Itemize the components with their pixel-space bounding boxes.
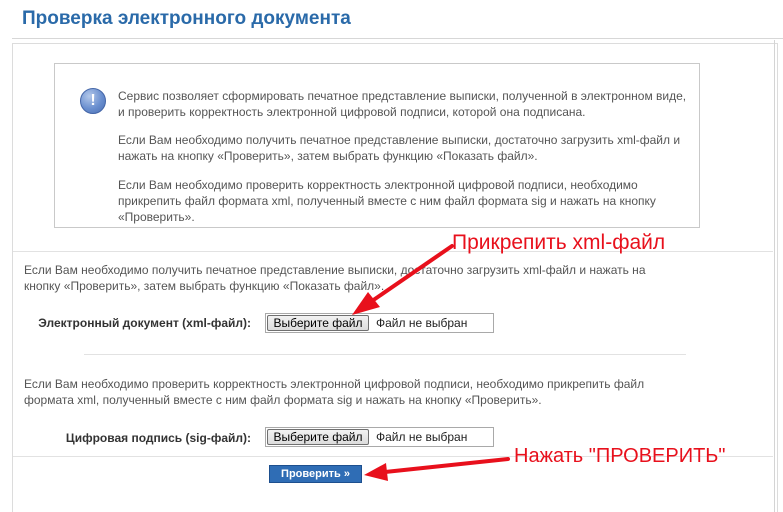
page-title: Проверка электронного документа: [22, 8, 351, 29]
info-exclamation-icon: !: [80, 88, 106, 114]
scrollbar-track[interactable]: [774, 40, 775, 512]
xml-section-text: Если Вам необходимо получить печатное пр…: [24, 263, 646, 293]
xml-file-status: Файл не выбран: [376, 316, 468, 330]
annotation-press-check: Нажать "ПРОВЕРИТЬ": [514, 445, 726, 467]
sig-file-input[interactable]: Выберите файл Файл не выбран: [265, 427, 494, 447]
xml-file-input[interactable]: Выберите файл Файл не выбран: [265, 313, 494, 333]
field-divider: [84, 354, 686, 355]
info-paragraph-intro: Сервис позволяет сформировать печатное п…: [118, 89, 687, 119]
info-paragraph-sig: Если Вам необходимо проверить корректнос…: [118, 178, 656, 224]
xml-choose-file-button[interactable]: Выберите файл: [267, 315, 369, 331]
xml-field-label: Электронный документ (xml-файл):: [38, 316, 251, 330]
annotation-attach-xml: Прикрепить xml-файл: [452, 231, 666, 254]
sig-choose-file-button[interactable]: Выберите файл: [267, 429, 369, 445]
sig-field-label: Цифровая подпись (sig-файл):: [65, 431, 251, 445]
title-divider: [12, 38, 783, 39]
submit-check-button[interactable]: Проверить »: [269, 465, 362, 483]
sig-file-status: Файл не выбран: [376, 430, 468, 444]
info-paragraph-xml: Если Вам необходимо получить печатное пр…: [118, 133, 681, 163]
sig-section-text: Если Вам необходимо проверить корректнос…: [24, 377, 645, 407]
